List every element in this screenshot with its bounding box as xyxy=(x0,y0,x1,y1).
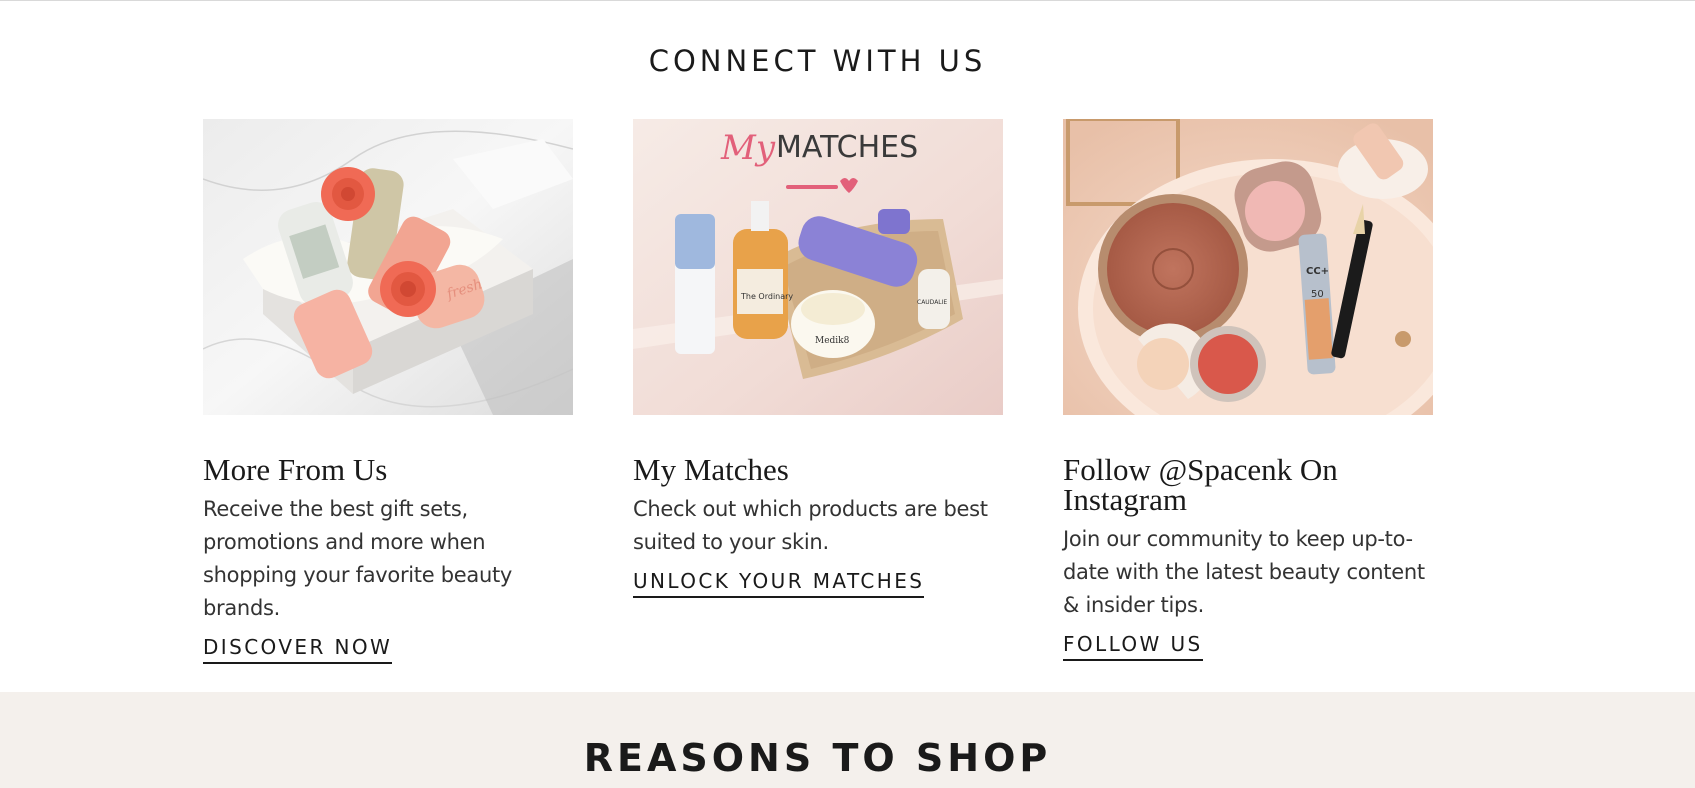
my-matches-image[interactable]: My MATCHES The Ordinary Medik8 CAUDALIE xyxy=(633,119,1003,415)
caudalie-label: CAUDALIE xyxy=(917,299,947,306)
section-title-reasons: REASONS TO SHOP xyxy=(583,736,1052,780)
card-my-matches: My MATCHES The Ordinary Medik8 CAUDALIE … xyxy=(633,119,1003,598)
card-follow-instagram: CC+ 50 Follow @Spacenk On Instagram Join… xyxy=(1063,119,1433,661)
follow-us-link[interactable]: FOLLOW US xyxy=(1063,632,1203,661)
card-more-from-us: fresh More From Us Receive the best gift… xyxy=(203,119,573,664)
card-title: More From Us xyxy=(203,452,388,487)
card-description: Join our community to keep up-to-date wi… xyxy=(1063,527,1425,617)
top-divider xyxy=(0,0,1695,1)
section-title-connect: CONNECT WITH US xyxy=(648,44,987,78)
matches-caps-label: MATCHES xyxy=(776,130,918,165)
instagram-makeup-image[interactable]: CC+ 50 xyxy=(1063,119,1433,415)
gift-box-image[interactable]: fresh xyxy=(203,119,573,415)
card-description: Check out which products are best suited… xyxy=(633,497,988,554)
card-description: Receive the best gift sets, promotions a… xyxy=(203,497,513,620)
card-title: My Matches xyxy=(633,452,789,487)
card-title: Follow @Spacenk On Instagram xyxy=(1063,452,1338,517)
cc-label: CC+ xyxy=(1306,266,1329,277)
my-script-label: My xyxy=(720,128,776,168)
medik8-label: Medik8 xyxy=(815,336,850,346)
discover-now-link[interactable]: DISCOVER NOW xyxy=(203,635,393,664)
spf-label: 50 xyxy=(1311,289,1324,300)
reasons-to-shop-section: REASONS TO SHOP xyxy=(0,692,1695,788)
unlock-your-matches-link[interactable]: UNLOCK YOUR MATCHES xyxy=(633,569,925,598)
ordinary-label: The Ordinary xyxy=(740,292,793,301)
